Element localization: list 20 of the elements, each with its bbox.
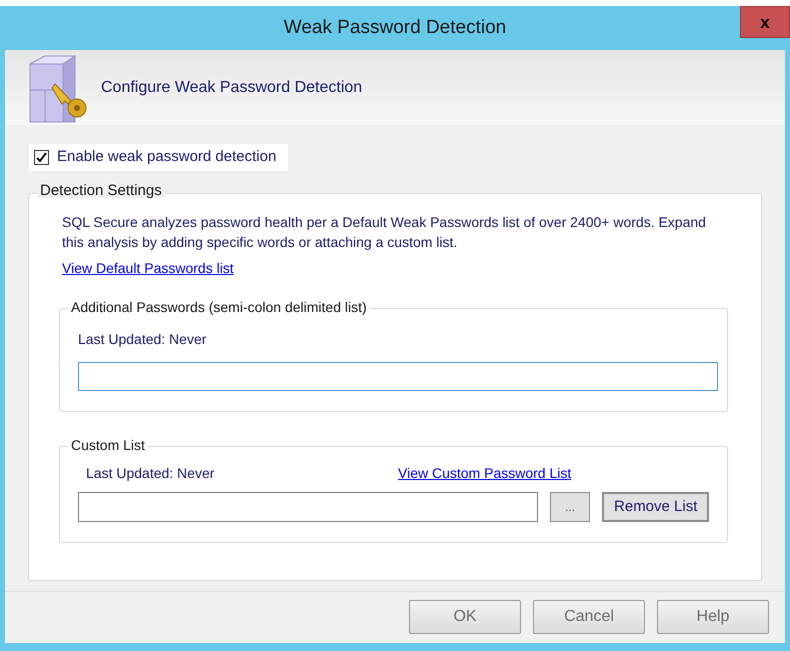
dialog-button[interactable]: Help (657, 600, 769, 634)
additional-passwords-field[interactable] (78, 362, 718, 391)
header-title: Configure Weak Password Detection (101, 78, 362, 98)
browse-button[interactable]: ... (550, 492, 590, 522)
group-title: Additional Passwords (semi-colon delimited list) (68, 300, 370, 314)
group-title: Detection Settings (37, 182, 165, 198)
description-text: SQL Secure analyzes password health per a Default Weak Passwords list of over 2400+ words. Expand this analysis by adding specific words or attaching a custom list. (62, 212, 707, 252)
custom-list-field[interactable] (78, 492, 538, 522)
last-updated-label: Last Updated: Never (78, 330, 208, 349)
dialog-button[interactable]: OK (409, 600, 521, 634)
close-button[interactable]: x (740, 6, 790, 38)
default-passwords-link[interactable]: View Default Passwords list (62, 258, 234, 279)
custom-password-list-link[interactable]: View Custom Password List (398, 462, 572, 484)
remove-list-button[interactable]: Remove List (602, 492, 709, 522)
enable-checkbox[interactable]: Enable weak password detection (29, 144, 288, 170)
last-updated-label: Last Updated: Never (85, 464, 216, 483)
group-title: Custom List (68, 438, 148, 452)
checkmark-icon (36, 152, 47, 163)
window-title: Weak Password Detection (284, 16, 506, 40)
dialog-button[interactable]: Cancel (533, 600, 645, 634)
